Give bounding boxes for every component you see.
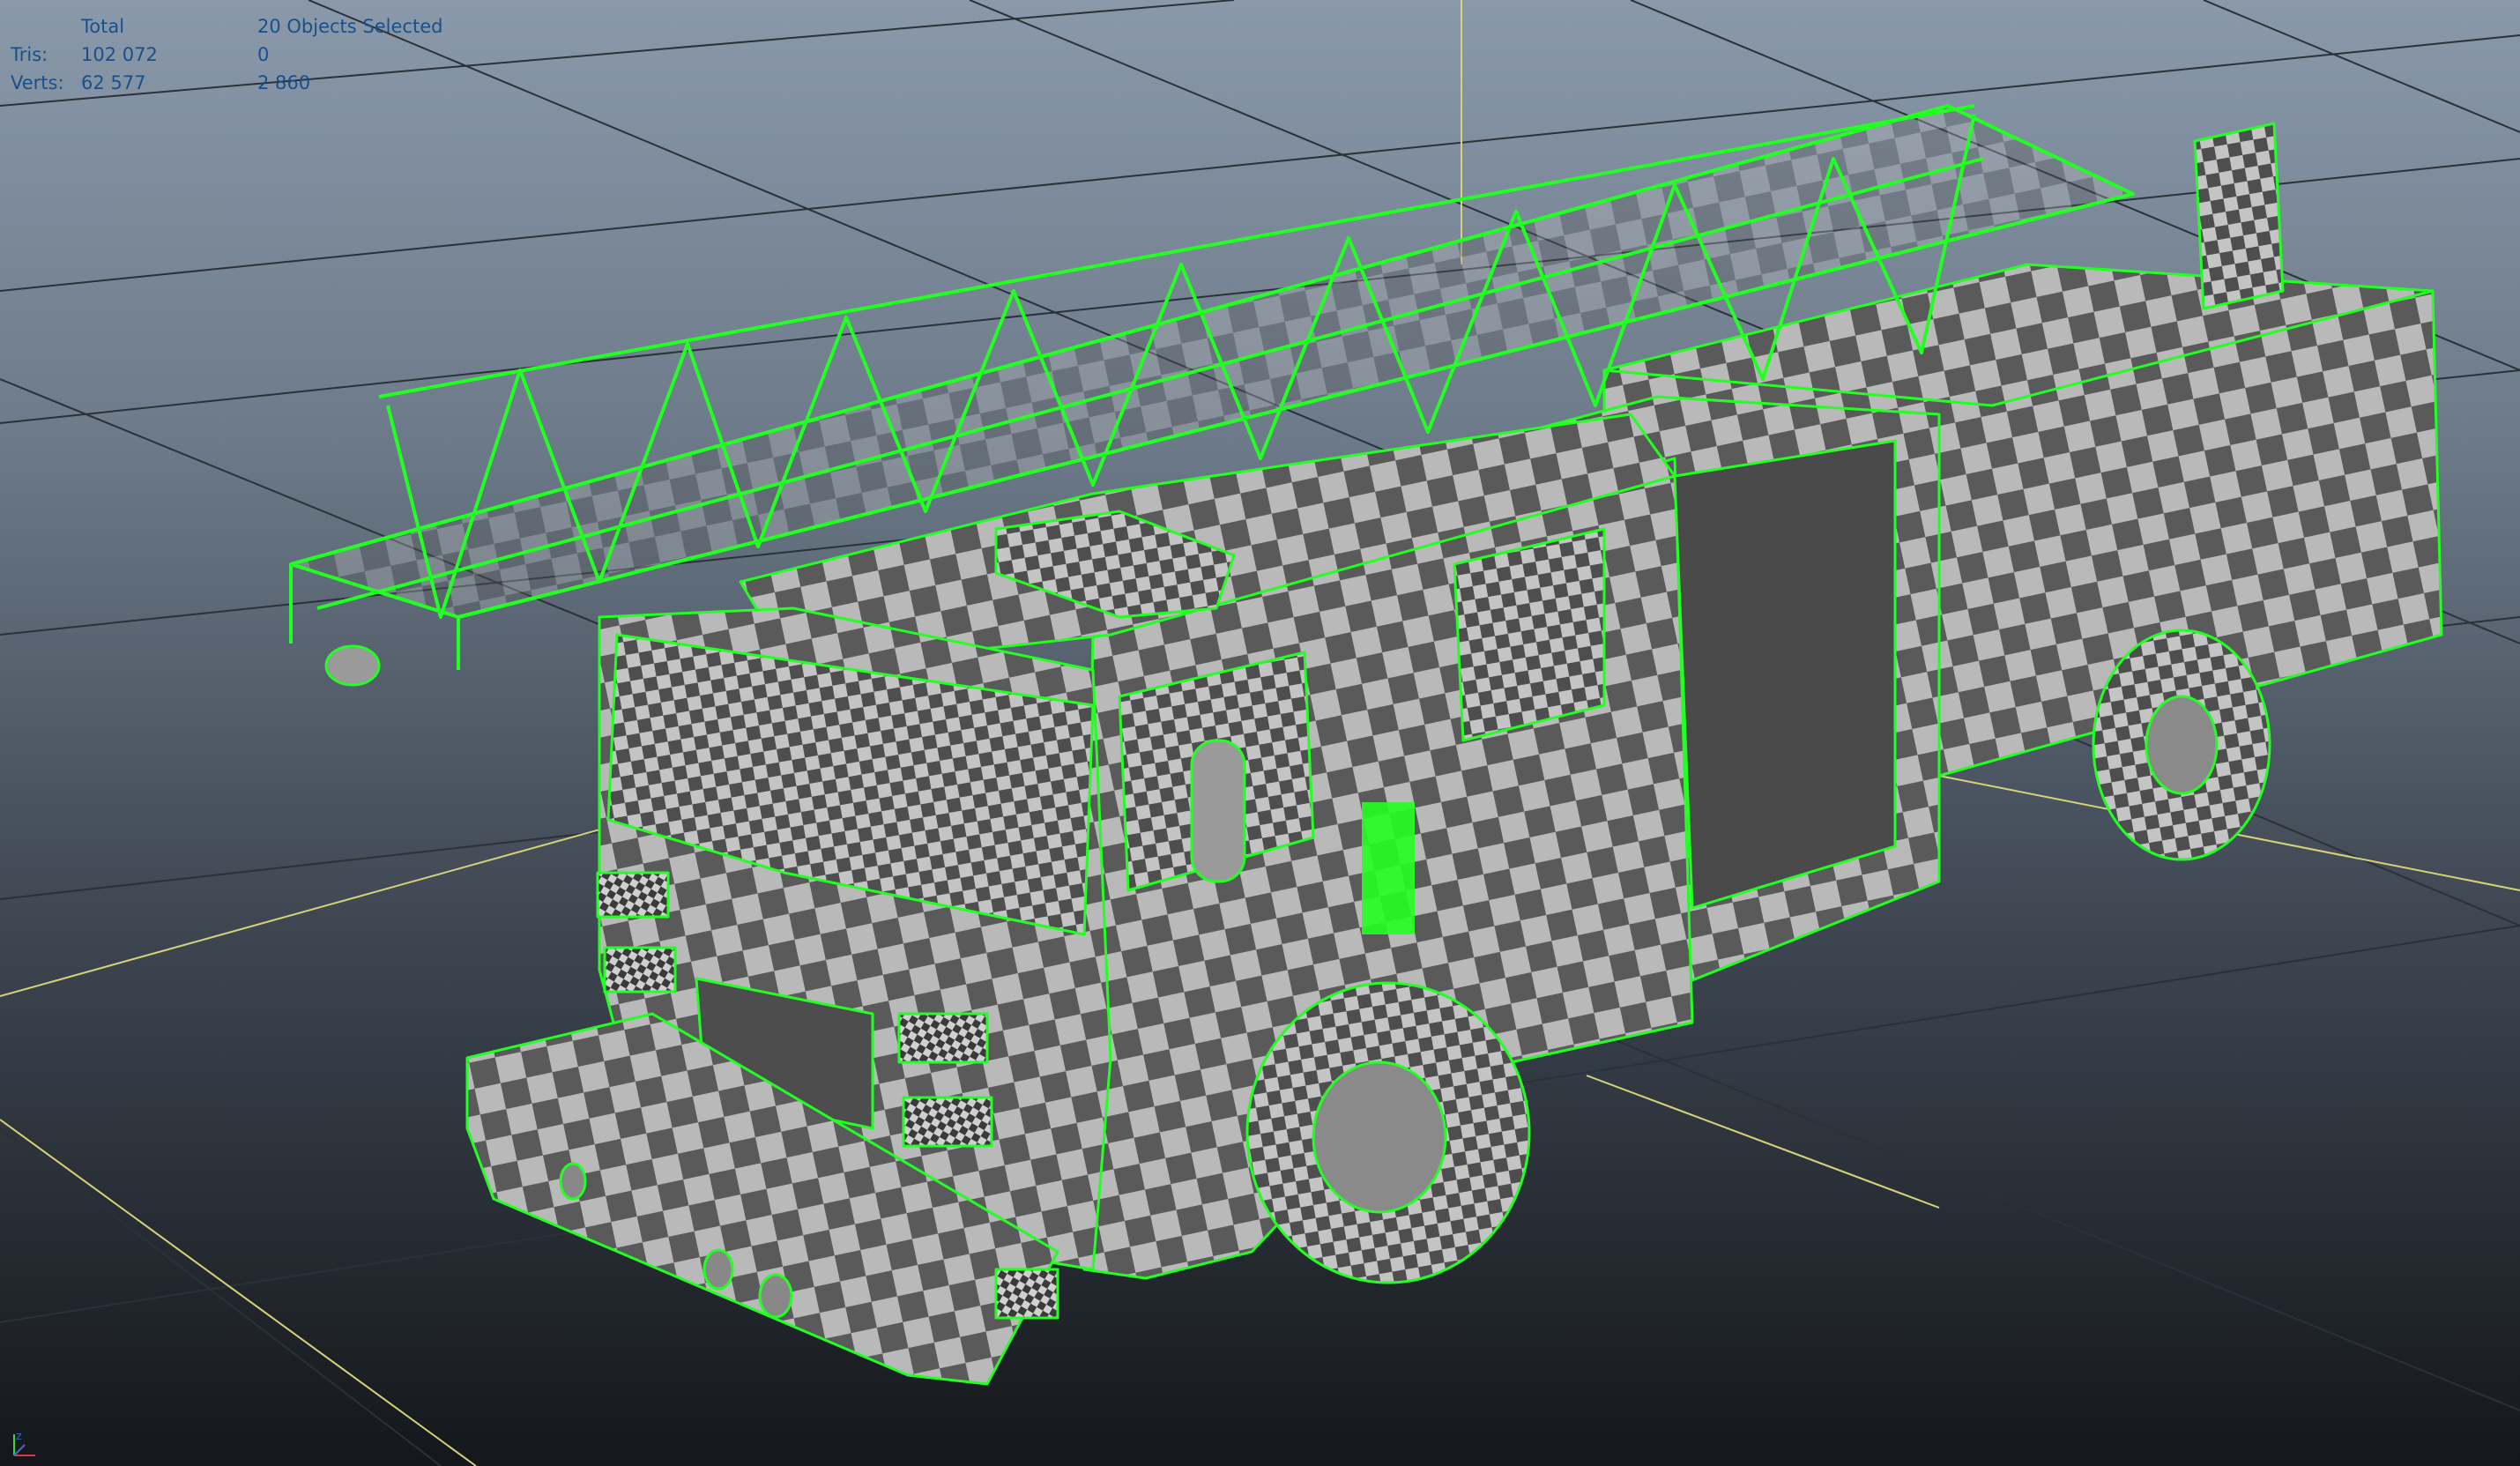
door-grille-highlight — [1362, 802, 1415, 934]
axis-gizmo-icon: Z — [13, 1433, 35, 1456]
ladder-nozzle — [324, 644, 381, 687]
bumper-light-3 — [758, 1273, 793, 1319]
bumper-light-2 — [702, 1248, 734, 1291]
rear-wheel-hub — [2145, 695, 2219, 795]
hud-tris-total: 102 072 — [81, 44, 158, 65]
headlight-right-top — [897, 1012, 989, 1064]
scene-canvas[interactable] — [0, 0, 2520, 1466]
headlight-left-bottom — [603, 946, 677, 993]
hud-selected-header: 20 Objects Selected — [257, 16, 443, 37]
hud-verts-label: Verts: — [11, 72, 64, 93]
hud-tris-selected: 0 — [257, 44, 270, 65]
hud-verts-selected: 2 860 — [257, 72, 311, 93]
fire-truck-model — [289, 104, 2443, 1386]
3d-viewport[interactable]: Total 20 Objects Selected Tris: 102 072 … — [0, 0, 2520, 1466]
front-wheel-hub — [1312, 1060, 1447, 1214]
hud-verts-total: 62 577 — [81, 72, 146, 93]
bumper-corner-light — [994, 1268, 1059, 1320]
headlight-right-bottom — [902, 1096, 993, 1148]
hud-tris-label: Tris: — [11, 44, 48, 65]
ladder-turret-box — [2193, 122, 2285, 310]
headlight-left-top — [596, 871, 670, 919]
axis-z-label: Z — [16, 1433, 22, 1442]
bumper-light-1 — [559, 1162, 587, 1201]
side-window-rear — [1453, 527, 1606, 742]
side-mirror — [1190, 739, 1246, 883]
pump-panel — [1673, 439, 1897, 910]
hud-total-header: Total — [81, 16, 125, 37]
